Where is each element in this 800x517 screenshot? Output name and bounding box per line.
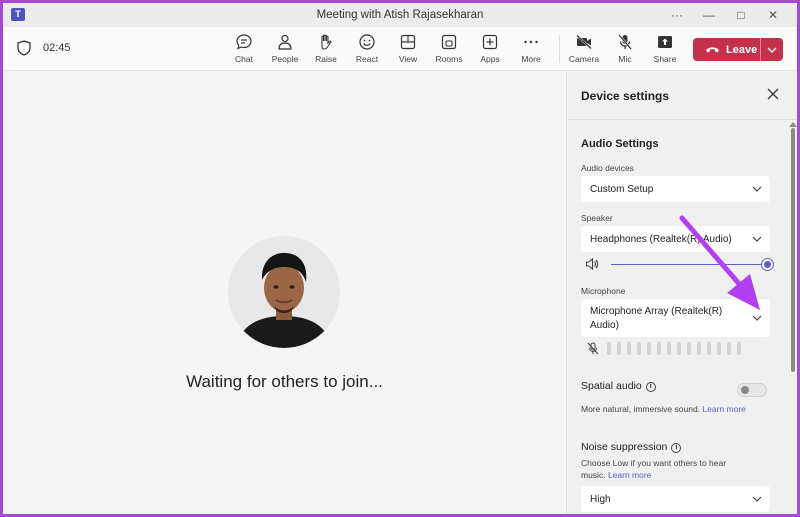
more-button[interactable]: More — [511, 31, 551, 67]
chevron-down-icon — [752, 236, 762, 242]
apps-label: Apps — [480, 54, 500, 64]
spatial-audio-row: Spatial audio i — [581, 380, 656, 392]
audio-devices-label: Audio devices — [581, 163, 634, 173]
chevron-down-icon — [752, 496, 762, 502]
title-bar: T Meeting with Atish Rajasekharan ··· — … — [3, 3, 797, 27]
chevron-down-icon — [752, 186, 762, 192]
chat-icon — [236, 34, 252, 50]
spatial-audio-description: More natural, immersive sound. Learn mor… — [581, 403, 746, 415]
raise-hand-button[interactable]: Raise — [306, 31, 346, 67]
speaker-label: Speaker — [581, 213, 613, 223]
mic-level-meter — [607, 342, 741, 355]
more-icon — [524, 40, 538, 44]
microphone-dropdown[interactable]: Microphone Array (Realtek(R) Audio) — [581, 299, 770, 337]
leave-label: Leave — [726, 43, 758, 56]
noise-suppression-desc-text: Choose Low if you want others to hear mu… — [581, 458, 727, 480]
share-button[interactable]: Share — [645, 31, 685, 67]
microphone-label: Microphone — [581, 286, 626, 296]
chat-label: Chat — [235, 54, 253, 64]
more-label: More — [521, 54, 541, 64]
react-icon — [359, 34, 375, 50]
participant-avatar — [228, 236, 340, 348]
shield-icon — [17, 40, 31, 56]
close-window-icon[interactable]: ✕ — [757, 3, 789, 27]
leave-button[interactable]: Leave — [693, 38, 783, 61]
speaker-volume-thumb[interactable] — [762, 259, 773, 270]
audio-settings-heading: Audio Settings — [581, 138, 659, 150]
spatial-audio-learn-more-link[interactable]: Learn more — [702, 404, 745, 414]
leave-main[interactable]: Leave — [693, 38, 760, 61]
audio-devices-dropdown[interactable]: Custom Setup — [581, 176, 770, 202]
maximize-icon[interactable]: □ — [725, 3, 757, 27]
toggle-knob — [741, 386, 749, 394]
meeting-toolbar: 02:45 Chat People Raise React View Rooms… — [3, 27, 797, 71]
more-options-icon[interactable]: ··· — [661, 3, 693, 27]
minimize-icon[interactable]: — — [693, 3, 725, 27]
close-panel-icon[interactable] — [766, 87, 780, 101]
mic-label: Mic — [618, 54, 632, 64]
camera-button[interactable]: Camera — [564, 31, 604, 67]
panel-scrollbar[interactable] — [791, 128, 795, 372]
audio-devices-value: Custom Setup — [590, 184, 654, 195]
share-icon — [658, 36, 672, 48]
people-icon — [278, 34, 292, 50]
speaker-volume-track[interactable] — [611, 264, 768, 265]
react-label: React — [355, 54, 379, 64]
leave-options-button[interactable] — [761, 47, 783, 53]
speaker-value: Headphones (Realtek(R) Audio) — [590, 234, 732, 245]
teams-app-icon: T — [11, 8, 25, 21]
noise-suppression-description: Choose Low if you want others to hear mu… — [581, 457, 751, 481]
spatial-audio-label: Spatial audio — [581, 380, 642, 392]
raise-hand-icon — [321, 34, 332, 50]
camera-label: Camera — [568, 54, 600, 64]
speaker-volume-icon — [585, 257, 599, 271]
teams-meeting-window: T Meeting with Atish Rajasekharan ··· — … — [3, 3, 797, 514]
spatial-audio-toggle[interactable] — [737, 383, 767, 397]
chevron-down-icon — [752, 315, 762, 321]
noise-suppression-label: Noise suppression — [581, 441, 668, 453]
spatial-audio-desc-text: More natural, immersive sound. — [581, 404, 701, 414]
device-settings-panel: Device settings Audio Settings Audio dev… — [566, 72, 797, 514]
view-button[interactable]: View — [388, 31, 428, 67]
speaker-dropdown[interactable]: Headphones (Realtek(R) Audio) — [581, 226, 770, 252]
apps-icon — [482, 34, 498, 50]
raise-label: Raise — [315, 54, 337, 64]
scroll-up-icon[interactable] — [789, 122, 797, 127]
noise-suppression-row: Noise suppression i — [581, 441, 682, 453]
mic-button[interactable]: Mic — [605, 31, 645, 67]
panel-header: Device settings — [567, 72, 797, 120]
window-title: Meeting with Atish Rajasekharan — [316, 9, 484, 21]
participant-photo — [228, 236, 340, 348]
toolbar-divider — [559, 35, 560, 63]
people-button[interactable]: People — [265, 31, 305, 67]
view-label: View — [398, 54, 418, 64]
share-label: Share — [653, 54, 677, 64]
rooms-button[interactable]: Rooms — [429, 31, 469, 67]
mic-muted-icon — [587, 342, 599, 355]
rooms-icon — [441, 34, 457, 50]
apps-button[interactable]: Apps — [470, 31, 510, 67]
microphone-value: Microphone Array (Realtek(R) Audio) — [590, 306, 723, 331]
rooms-label: Rooms — [435, 54, 463, 64]
window-controls: ··· — □ ✕ — [661, 3, 789, 27]
noise-suppression-dropdown[interactable]: High — [581, 486, 770, 512]
view-icon — [400, 34, 416, 50]
noise-suppression-value: High — [590, 494, 611, 505]
meeting-stage: Waiting for others to join... — [3, 72, 566, 514]
chevron-down-icon — [767, 47, 777, 53]
noise-suppression-learn-more-link[interactable]: Learn more — [608, 470, 651, 480]
info-icon[interactable]: i — [645, 382, 656, 392]
panel-title: Device settings — [581, 89, 670, 103]
waiting-message: Waiting for others to join... — [186, 372, 383, 391]
people-label: People — [271, 54, 299, 64]
camera-off-icon — [576, 34, 592, 50]
phone-hangup-icon — [706, 47, 719, 53]
meeting-timer: 02:45 — [43, 42, 71, 54]
mic-off-icon — [618, 34, 632, 50]
chat-button[interactable]: Chat — [224, 31, 264, 67]
react-button[interactable]: React — [347, 31, 387, 67]
info-icon[interactable]: i — [671, 443, 682, 453]
